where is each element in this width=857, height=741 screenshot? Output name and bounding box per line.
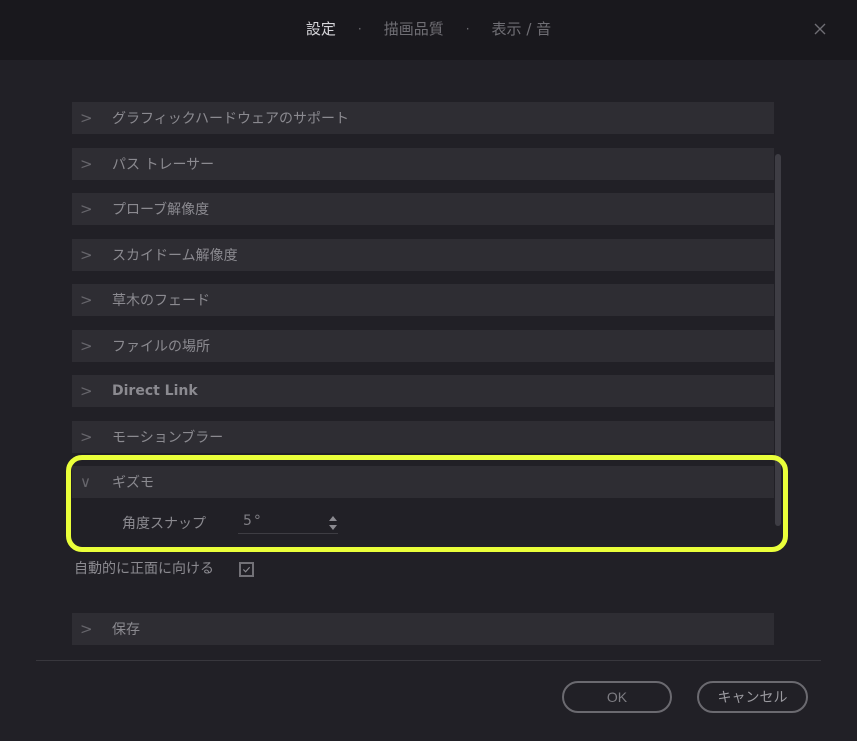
face-front-checkbox[interactable] <box>239 562 254 577</box>
section-gizmo[interactable]: ∨ ギズモ <box>72 466 774 498</box>
spinner-arrows-icon[interactable] <box>328 515 338 531</box>
checkmark-icon <box>242 566 251 573</box>
cancel-button[interactable]: キャンセル <box>697 681 808 713</box>
close-button[interactable] <box>809 18 831 40</box>
section-direct-link[interactable]: > Direct Link <box>72 375 774 407</box>
close-icon <box>814 23 826 35</box>
section-vegetation-fade[interactable]: > 草木のフェード <box>72 284 774 316</box>
chevron-right-icon: > <box>80 336 93 355</box>
section-save[interactable]: > 保存 <box>72 613 774 645</box>
chevron-right-icon: > <box>80 109 93 127</box>
footer-divider <box>36 660 821 661</box>
tab-bar: 設定 · 描画品質 · 表示 / 音 <box>0 18 857 39</box>
chevron-right-icon: > <box>80 427 93 446</box>
chevron-right-icon: > <box>80 200 93 218</box>
section-label: グラフィックハードウェアのサポート <box>112 111 350 127</box>
angle-snap-value[interactable]: 5° <box>243 513 263 529</box>
section-motion-blur[interactable]: > モーションブラー <box>72 420 774 453</box>
section-label: Direct Link <box>112 383 198 399</box>
chevron-down-icon: ∨ <box>80 473 91 491</box>
angle-snap-label: 角度スナップ <box>122 516 206 532</box>
face-front-row: 自動的に正面に向ける <box>74 558 374 582</box>
section-probe-resolution[interactable]: > プローブ解像度 <box>72 193 774 225</box>
tab-display-sound[interactable]: 表示 / 音 <box>490 18 554 39</box>
section-file-locations[interactable]: > ファイルの場所 <box>72 329 774 362</box>
section-label: 保存 <box>112 622 140 638</box>
section-label: パス トレーサー <box>112 156 215 173</box>
tab-separator: · <box>465 21 470 36</box>
chevron-right-icon: > <box>80 382 93 400</box>
dialog-header: 設定 · 描画品質 · 表示 / 音 <box>0 0 857 60</box>
section-label: モーションブラー <box>112 429 224 446</box>
angle-snap-input[interactable]: 5° <box>238 512 338 534</box>
section-graphics-hardware[interactable]: > グラフィックハードウェアのサポート <box>72 102 774 134</box>
chevron-right-icon: > <box>80 245 93 264</box>
section-label: プローブ解像度 <box>112 202 210 218</box>
section-label: ギズモ <box>112 475 154 491</box>
section-label: スカイドーム解像度 <box>112 247 238 264</box>
section-skydome-resolution[interactable]: > スカイドーム解像度 <box>72 238 774 271</box>
tab-separator: · <box>357 21 362 36</box>
chevron-right-icon: > <box>80 620 93 638</box>
tab-render-quality[interactable]: 描画品質 <box>382 18 446 39</box>
ok-button[interactable]: OK <box>562 681 672 713</box>
gizmo-panel: 角度スナップ 5° <box>72 498 774 557</box>
chevron-right-icon: > <box>80 291 93 309</box>
section-label: 草木のフェード <box>112 293 210 309</box>
tab-settings[interactable]: 設定 <box>304 18 338 39</box>
section-label: ファイルの場所 <box>112 338 210 355</box>
scrollbar-thumb[interactable] <box>775 154 781 526</box>
face-front-label: 自動的に正面に向ける <box>74 561 214 577</box>
chevron-right-icon: > <box>80 154 93 173</box>
section-path-tracer[interactable]: > パス トレーサー <box>72 147 774 180</box>
